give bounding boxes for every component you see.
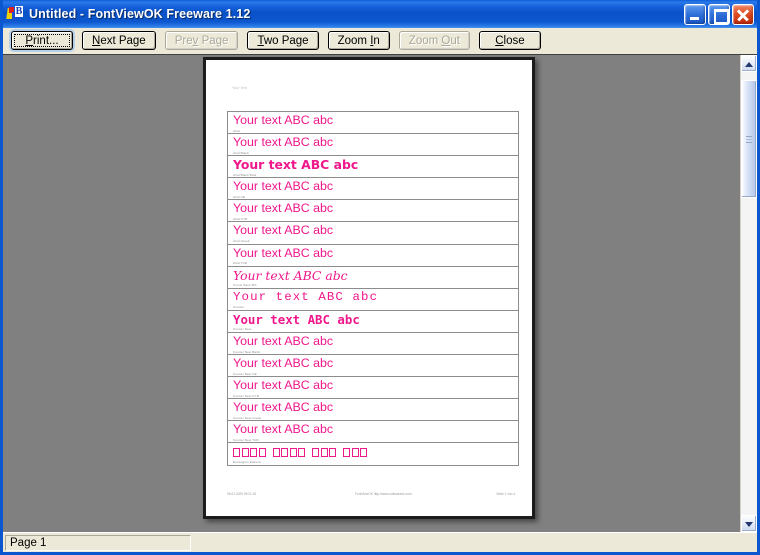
font-name-label: Arial CE — [233, 194, 246, 199]
window-title: Untitled - FontViewOK Freeware 1.12 — [29, 7, 251, 21]
font-name-label: Courier New — [233, 327, 252, 332]
window-controls — [684, 3, 754, 25]
two-page-button-label: Two Page — [257, 34, 309, 47]
font-name-label: Courier — [233, 305, 244, 310]
font-sample-text: Your text ABC abc — [233, 356, 334, 371]
zoom-out-button-label: Zoom Out — [408, 34, 460, 47]
font-sample-row: Your text ABC abc Courier New — [228, 311, 518, 333]
font-name-label: Arial CYR — [233, 216, 248, 221]
close-button-label: Close — [495, 34, 525, 47]
font-name-label: Courier New CE — [233, 371, 257, 376]
font-name-label: Arial Black Bold — [233, 172, 257, 177]
font-sample-row: Your text ABC abc Comic Sans MS — [228, 267, 518, 289]
print-button-label: Print... — [25, 34, 59, 47]
statusbar: Page 1 — [3, 532, 757, 552]
footer-page: Seite 1 von 4 — [496, 492, 515, 496]
font-sample-text: Your text ABC abc — [233, 113, 334, 127]
font-sample-text: Your text ABC abc — [233, 135, 334, 150]
page-frame: Your text Your text ABC abc Arial Your tex… — [203, 57, 535, 519]
font-sample-text: Your text ABC abc — [233, 311, 360, 327]
font-sample-text: Your text ABC abc — [233, 378, 334, 393]
font-sample-text: Your text ABC abc — [233, 179, 334, 194]
font-sample-text — [233, 444, 369, 459]
next-page-button[interactable]: Next Page — [82, 31, 156, 50]
font-sample-row: Your text ABC abc Courier New Baltic — [228, 333, 518, 356]
font-sample-text: Your text ABC abc — [233, 333, 334, 348]
zoom-out-button: Zoom Out — [398, 31, 470, 50]
close-window-button[interactable] — [732, 3, 754, 25]
font-sample-text: Your text ABC abc — [233, 223, 334, 238]
scrollbar-track[interactable] — [741, 72, 757, 515]
two-page-button[interactable]: Two Page — [247, 31, 319, 50]
font-sample-table: Your text ABC abc Arial Your text ABC abc A… — [227, 111, 519, 466]
zoom-in-button[interactable]: Zoom In — [327, 31, 390, 50]
footer-source: FontViewOK http://www.softwareok.com — [355, 492, 412, 496]
font-sample-text: Your text ABC abc — [233, 422, 334, 437]
font-sample-text: Your text ABC abc — [233, 400, 334, 415]
font-sample-text: Your text ABC abc — [233, 157, 359, 173]
print-button[interactable]: Print... — [11, 31, 73, 50]
font-name-label: Courier New TUR — [233, 437, 259, 442]
prev-page-button-label: Prev Page — [174, 34, 229, 47]
titlebar: B Untitled - FontViewOK Freeware 1.12 — [3, 0, 757, 28]
client-area: Your text Your text ABC abc Arial Your tex… — [3, 54, 757, 532]
font-sample-row: Your text ABC abc Arial Black — [228, 134, 518, 157]
vertical-scrollbar[interactable] — [740, 55, 757, 532]
font-sample-row: Your text ABC abc Arial CE — [228, 178, 518, 201]
font-name-label: Comic Sans MS — [233, 283, 257, 288]
font-sample-row: Your text ABC abc Arial — [228, 112, 518, 135]
minimize-button[interactable] — [684, 3, 706, 25]
app-icon-letter: B — [15, 6, 23, 17]
font-name-label: Estrangelo Edessa — [233, 460, 261, 464]
font-sample-row: Your text ABC abc Arial Greek — [228, 222, 518, 245]
font-name-label: Arial Greek — [233, 239, 250, 244]
font-sample-row: Your text ABC abc Arial CYR — [228, 200, 518, 223]
footer-date: 05.02.2009 09:21:16 — [227, 492, 257, 496]
next-page-button-label: Next Page — [92, 34, 146, 47]
font-sample-text: Your text ABC abc — [233, 267, 348, 283]
page-sheet: Your text Your text ABC abc Arial Your tex… — [210, 64, 528, 512]
scrollbar-thumb[interactable] — [741, 80, 757, 198]
font-name-label: Courier New Greek — [233, 415, 262, 420]
scroll-up-arrow-icon[interactable] — [741, 55, 757, 72]
font-sample-text: Your text ABC abc — [233, 201, 334, 216]
zoom-in-button-label: Zoom In — [337, 34, 380, 47]
font-name-label: Arial TUR — [233, 261, 248, 266]
font-sample-row: Your text ABC abc Courier — [228, 289, 518, 311]
font-name-label: Arial — [233, 128, 240, 133]
prev-page-button: Prev Page — [164, 31, 239, 50]
preview-toolbar: Print... Next Page Prev Page Two Page Zo… — [3, 28, 757, 54]
close-button[interactable]: Close — [478, 31, 541, 50]
font-sample-row: Your text ABC abc Courier New CE — [228, 355, 518, 378]
font-sample-row: Estrangelo Edessa — [228, 443, 518, 466]
font-sample-row: Your text ABC abc Courier New TUR — [228, 421, 518, 444]
font-sample-row: Your text ABC abc Courier New CYR — [228, 377, 518, 400]
page-header-text: Your text — [232, 86, 248, 90]
font-sample-row: Your text ABC abc Arial Black Bold — [228, 156, 518, 179]
font-sample-text: Your text ABC abc — [233, 289, 379, 304]
maximize-button[interactable] — [708, 3, 730, 25]
page-footer: 05.02.2009 09:21:16 FontViewOK http://ww… — [227, 490, 515, 496]
font-sample-text: Your text ABC abc — [233, 245, 334, 260]
preview-canvas[interactable]: Your text Your text ABC abc Arial Your tex… — [3, 55, 740, 532]
font-sample-row: Your text ABC abc Arial TUR — [228, 245, 518, 267]
status-text: Page 1 — [5, 534, 191, 551]
app-icon: B — [6, 5, 24, 23]
scroll-down-arrow-icon[interactable] — [741, 515, 757, 532]
font-name-label: Arial Black — [233, 150, 249, 155]
font-name-label: Courier New CYR — [233, 393, 260, 398]
print-preview-window: B Untitled - FontViewOK Freeware 1.12 Pr… — [0, 0, 760, 555]
font-name-label: Courier New Baltic — [233, 349, 261, 354]
font-sample-row: Your text ABC abc Courier New Greek — [228, 399, 518, 422]
